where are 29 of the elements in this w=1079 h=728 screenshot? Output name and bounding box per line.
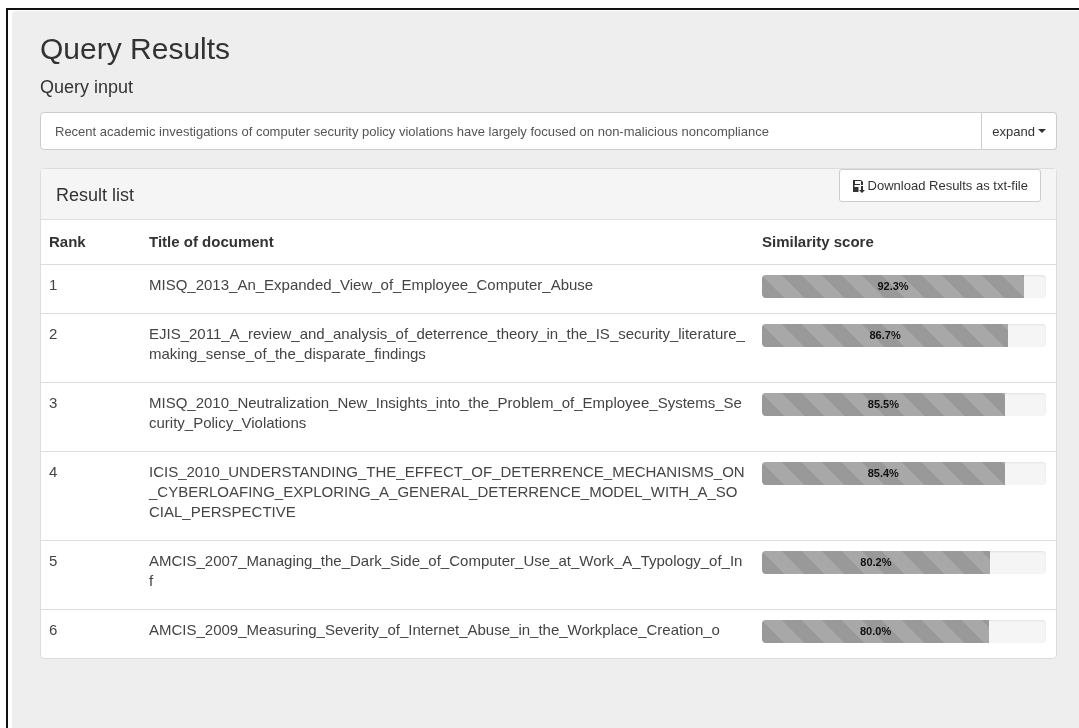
- rank-cell: 6: [41, 609, 141, 658]
- save-icon: [851, 178, 866, 193]
- query-field[interactable]: Recent academic investigations of computer security policy violations have largely focused on non-malicious noncompliance: [40, 112, 983, 150]
- rank-cell: 4: [41, 451, 141, 541]
- page-title: Query Results: [40, 31, 232, 67]
- column-header: Title of document: [141, 220, 754, 265]
- score-fill: 92.3%: [762, 275, 1025, 298]
- title-cell: EJIS_2011_A_review_and_analysis_of_deterrence_theory_in_the_IS_security_literature_making_sense_of_the_disparate_findings: [141, 313, 754, 383]
- title-cell: ICIS_2010_UNDERSTANDING_THE_EFFECT_OF_DETERRENCE_MECHANISMS_ON_CYBERLOAFING_EXPLORING_A_GENERAL_DETERRENCE_MODEL_WITH_A_SOCIAL_PERSPECTIVE: [141, 451, 754, 541]
- column-header: Similarity score: [754, 220, 1056, 265]
- title-cell: AMCIS_2007_Managing_the_Dark_Side_of_Computer_Use_at_Work_A_Typology_of_Inf: [141, 540, 754, 610]
- score-fill: 80.0%: [762, 620, 990, 643]
- rank-cell: 2: [41, 313, 141, 383]
- score-fill: 80.2%: [762, 551, 990, 574]
- score-fill: 85.4%: [762, 462, 1005, 485]
- column-header: Rank: [41, 220, 141, 265]
- score-fill: 85.5%: [762, 393, 1005, 416]
- caret-icon: [1038, 129, 1046, 133]
- title-cell: AMCIS_2009_Measuring_Severity_of_Internet_Abuse_in_the_Workplace_Creation_o: [141, 609, 754, 658]
- rank-cell: 5: [41, 540, 141, 610]
- rank-cell: 1: [41, 264, 141, 314]
- download-button[interactable]: Download Results as txt-file: [838, 169, 1041, 202]
- expand-button[interactable]: expand: [982, 112, 1057, 150]
- panel-title: Result list: [56, 185, 135, 206]
- title-cell: MISQ_2010_Neutralization_New_Insights_into_the_Problem_of_Employee_Systems_Security_Policy_Violations: [141, 382, 754, 452]
- rank-cell: 3: [41, 382, 141, 452]
- score-fill: 86.7%: [762, 324, 1009, 347]
- title-cell: MISQ_2013_An_Expanded_View_of_Employee_Computer_Abuse: [141, 264, 754, 314]
- section-label: Query input: [40, 77, 135, 98]
